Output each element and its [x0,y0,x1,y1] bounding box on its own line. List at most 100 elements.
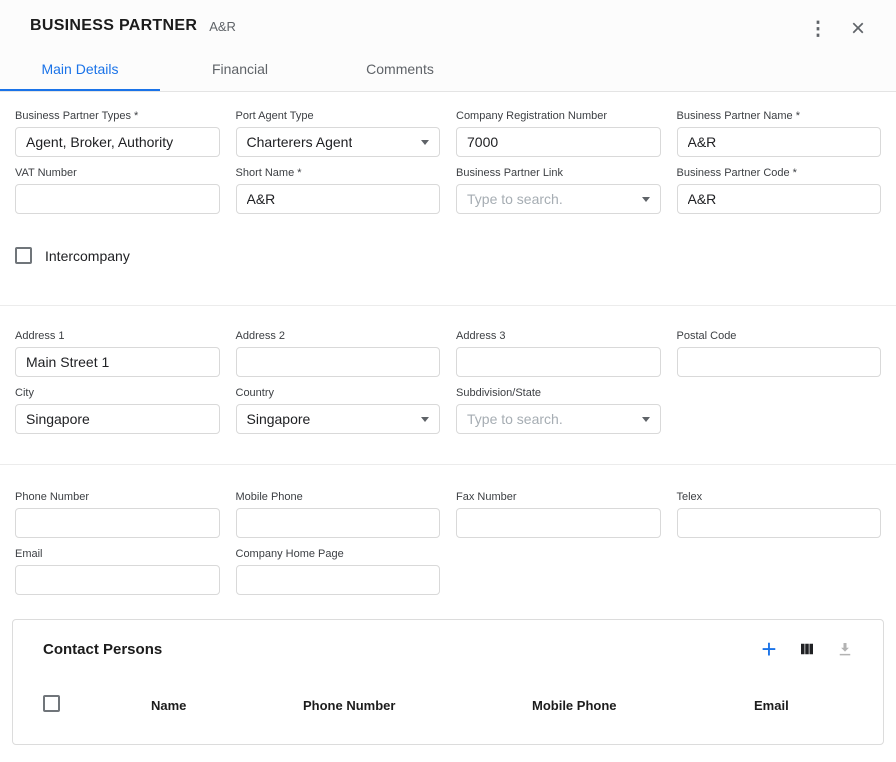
postal-code-input[interactable] [677,347,882,377]
select-all-cell [43,695,151,715]
field-business-partner-link: Business Partner Link Type to search. [456,167,661,214]
column-header-phone-number: Phone Number [303,698,532,713]
tab-bar: Main Details Financial Comments [0,49,896,91]
field-fax-number: Fax Number [456,491,661,538]
country-select[interactable]: Singapore [236,404,441,434]
field-city: City [15,387,220,434]
field-label: VAT Number [15,167,220,179]
field-label: Company Home Page [236,548,441,560]
address-2-input[interactable] [236,347,441,377]
form-row: Address 1 Address 2 Address 3 Postal Cod… [15,330,881,377]
field-business-partner-types: Business Partner Types * [15,110,220,157]
view-columns-icon [798,640,816,658]
business-partner-name-input[interactable] [677,127,882,157]
column-header-name: Name [151,698,303,713]
intercompany-checkbox[interactable] [15,247,32,264]
form-row: VAT Number Short Name * Business Partner… [15,167,881,214]
field-label: Email [15,548,220,560]
email-input[interactable] [15,565,220,595]
chevron-down-icon [421,140,429,145]
add-contact-button[interactable]: + [757,637,781,661]
field-company-home-page: Company Home Page [236,548,441,595]
select-all-checkbox[interactable] [43,695,60,712]
field-label: Country [236,387,441,399]
field-mobile-phone: Mobile Phone [236,491,441,538]
subdivision-state-select[interactable]: Type to search. [456,404,661,434]
address-3-input[interactable] [456,347,661,377]
columns-button[interactable] [795,637,819,661]
page-title: BUSINESS PARTNER [30,17,197,35]
form-row: Email Company Home Page [15,548,881,595]
city-input[interactable] [15,404,220,434]
field-address-1: Address 1 [15,330,220,377]
close-icon[interactable]: × [846,17,870,41]
select-placeholder: Type to search. [467,191,563,207]
tab-financial[interactable]: Financial [160,49,320,91]
field-label: Business Partner Name * [677,110,882,122]
field-label: Company Registration Number [456,110,661,122]
field-label: Subdivision/State [456,387,661,399]
tab-main-details[interactable]: Main Details [0,49,160,91]
plus-icon: + [761,636,776,662]
mobile-phone-input[interactable] [236,508,441,538]
field-label: Address 1 [15,330,220,342]
form-row: City Country Singapore Subdivision/State… [15,387,881,434]
phone-number-input[interactable] [15,508,220,538]
field-address-3: Address 3 [456,330,661,377]
form-row: Phone Number Mobile Phone Fax Number Tel… [15,491,881,538]
page-subtitle: A&R [209,19,236,34]
section-divider [0,305,896,306]
kebab-menu-icon[interactable]: ⋮ [806,17,830,41]
form-row: Business Partner Types * Port Agent Type… [15,110,881,157]
field-business-partner-code: Business Partner Code * [677,167,882,214]
company-registration-number-input[interactable] [456,127,661,157]
business-partner-code-input[interactable] [677,184,882,214]
field-subdivision-state: Subdivision/State Type to search. [456,387,661,434]
field-company-registration-number: Company Registration Number [456,110,661,157]
field-label: Postal Code [677,330,882,342]
tab-comments[interactable]: Comments [320,49,480,91]
select-placeholder: Type to search. [467,411,563,427]
field-short-name: Short Name * [236,167,441,214]
contact-persons-title: Contact Persons [43,641,162,658]
intercompany-checkbox-row[interactable]: Intercompany [15,247,881,264]
business-partner-link-select[interactable]: Type to search. [456,184,661,214]
intercompany-label: Intercompany [45,248,130,264]
telex-input[interactable] [677,508,882,538]
vat-number-input[interactable] [15,184,220,214]
column-header-email: Email [754,698,883,713]
field-label: Business Partner Code * [677,167,882,179]
contact-persons-card: Contact Persons + Name Phone Number Mobi… [12,619,884,745]
short-name-input[interactable] [236,184,441,214]
field-telex: Telex [677,491,882,538]
field-label: Short Name * [236,167,441,179]
contact-persons-table-header: Name Phone Number Mobile Phone Email [13,685,883,725]
business-partner-types-input[interactable] [15,127,220,157]
fax-number-input[interactable] [456,508,661,538]
field-email: Email [15,548,220,595]
field-vat-number: VAT Number [15,167,220,214]
field-port-agent-type: Port Agent Type Charterers Agent [236,110,441,157]
select-value: Singapore [247,411,311,427]
field-label: City [15,387,220,399]
field-postal-code: Postal Code [677,330,882,377]
field-label: Business Partner Link [456,167,661,179]
field-label: Address 2 [236,330,441,342]
field-label: Business Partner Types * [15,110,220,122]
download-button[interactable] [833,637,857,661]
field-label: Telex [677,491,882,503]
field-phone-number: Phone Number [15,491,220,538]
chevron-down-icon [421,417,429,422]
section-divider [0,464,896,465]
field-label: Mobile Phone [236,491,441,503]
company-home-page-input[interactable] [236,565,441,595]
field-label: Address 3 [456,330,661,342]
field-country: Country Singapore [236,387,441,434]
field-business-partner-name: Business Partner Name * [677,110,882,157]
select-value: Charterers Agent [247,134,353,150]
port-agent-type-select[interactable]: Charterers Agent [236,127,441,157]
field-label: Fax Number [456,491,661,503]
field-address-2: Address 2 [236,330,441,377]
address-1-input[interactable] [15,347,220,377]
field-label: Port Agent Type [236,110,441,122]
